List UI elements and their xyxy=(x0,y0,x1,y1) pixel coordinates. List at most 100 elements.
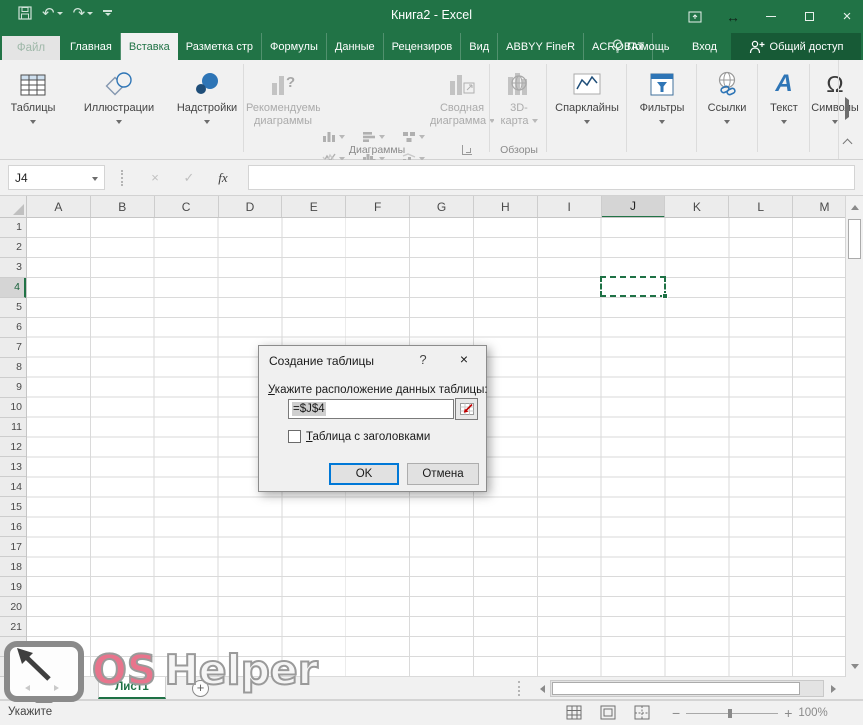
row-header-3[interactable]: 3 xyxy=(0,258,26,278)
dialog-close-button[interactable]: × xyxy=(455,351,473,369)
row-header-1[interactable]: 1 xyxy=(0,218,26,238)
more-arrow-icon xyxy=(845,97,849,120)
scroll-up-button[interactable] xyxy=(847,197,863,217)
name-box-value: J4 xyxy=(15,171,28,185)
filters-button[interactable]: Фильтры xyxy=(629,63,695,153)
share-button[interactable]: Общий доступ xyxy=(731,33,861,60)
row-header-4[interactable]: 4 xyxy=(0,278,26,298)
formula-input[interactable] xyxy=(248,165,855,190)
tab-data[interactable]: Данные xyxy=(327,33,384,60)
row-header-17[interactable]: 17 xyxy=(0,537,26,557)
fill-handle[interactable] xyxy=(662,293,668,299)
name-box[interactable]: J4 xyxy=(8,165,105,190)
column-header-E[interactable]: E xyxy=(282,196,346,218)
addins-button[interactable]: Надстройки xyxy=(174,63,240,153)
zoom-in-button[interactable]: + xyxy=(784,705,792,721)
tab-insert[interactable]: Вставка xyxy=(121,33,178,60)
tables-button[interactable]: Таблицы xyxy=(2,63,64,153)
tab-layout[interactable]: Разметка стр xyxy=(178,33,262,60)
column-header-G[interactable]: G xyxy=(410,196,474,218)
tab-view[interactable]: Вид xyxy=(461,33,498,60)
sheetbar-resize-handle[interactable] xyxy=(518,681,520,696)
collapse-dialog-button[interactable] xyxy=(455,398,478,420)
row-header-6[interactable]: 6 xyxy=(0,318,26,338)
table-range-input[interactable]: =$J$4 xyxy=(288,399,454,419)
row-header-14[interactable]: 14 xyxy=(0,477,26,497)
row-header-13[interactable]: 13 xyxy=(0,457,26,477)
column-header-A[interactable]: A xyxy=(27,196,91,218)
scroll-left-button[interactable] xyxy=(535,680,549,697)
scroll-right-button[interactable] xyxy=(826,680,840,697)
column-header-M[interactable]: M xyxy=(793,196,845,218)
ribbon-display-options-button[interactable] xyxy=(687,9,703,25)
active-cell-J4[interactable] xyxy=(600,276,666,297)
scroll-down-button[interactable] xyxy=(847,656,863,676)
column-header-H[interactable]: H xyxy=(474,196,538,218)
collapse-ribbon-button[interactable] xyxy=(844,140,851,147)
symbols-button[interactable]: Ω Символы xyxy=(811,63,859,153)
tab-abbyy[interactable]: ABBYY FineR xyxy=(498,33,584,60)
vertical-scrollbar[interactable] xyxy=(845,196,863,677)
row-header-9[interactable]: 9 xyxy=(0,378,26,398)
cancel-button[interactable]: Отмена xyxy=(407,463,479,485)
horizontal-scrollbar[interactable] xyxy=(535,680,840,697)
horizontal-scroll-track[interactable] xyxy=(550,680,824,697)
headers-checkbox[interactable] xyxy=(288,430,301,443)
tab-formulas[interactable]: Формулы xyxy=(262,33,327,60)
row-header-20[interactable]: 20 xyxy=(0,597,26,617)
maximize-button[interactable] xyxy=(801,9,817,25)
select-all-corner[interactable] xyxy=(0,196,27,218)
sign-in-button[interactable]: Вход xyxy=(692,33,717,60)
ribbon-more-button[interactable] xyxy=(845,100,849,118)
tab-file[interactable]: Файл xyxy=(2,36,60,60)
row-header-10[interactable]: 10 xyxy=(0,398,26,418)
row-header-19[interactable]: 19 xyxy=(0,577,26,597)
row-header-11[interactable]: 11 xyxy=(0,418,26,438)
column-header-K[interactable]: K xyxy=(665,196,729,218)
links-button[interactable]: Ссылки xyxy=(699,63,755,153)
tab-help[interactable]: Помощь xyxy=(612,33,670,60)
zoom-slider-thumb[interactable] xyxy=(728,709,732,718)
minimize-button[interactable] xyxy=(763,9,779,25)
zoom-percent[interactable]: 100% xyxy=(798,707,827,719)
charts-dialog-launcher[interactable] xyxy=(462,145,472,155)
page-break-view-button[interactable] xyxy=(634,705,650,720)
insert-function-button[interactable]: fx xyxy=(210,165,236,190)
row-header-5[interactable]: 5 xyxy=(0,298,26,318)
name-box-arrow-icon[interactable] xyxy=(92,177,98,181)
column-header-B[interactable]: B xyxy=(91,196,155,218)
column-header-F[interactable]: F xyxy=(346,196,410,218)
row-header-15[interactable]: 15 xyxy=(0,497,26,517)
sparklines-button[interactable]: Спарклайны xyxy=(549,63,625,153)
row-header-2[interactable]: 2 xyxy=(0,238,26,258)
vertical-scroll-thumb[interactable] xyxy=(848,219,861,259)
bar-chart-button xyxy=(362,130,385,144)
row-header-18[interactable]: 18 xyxy=(0,557,26,577)
close-button[interactable]: × xyxy=(839,9,855,25)
column-header-C[interactable]: C xyxy=(155,196,219,218)
tab-review[interactable]: Рецензиров xyxy=(384,33,462,60)
column-header-J[interactable]: J xyxy=(602,196,666,218)
row-header-8[interactable]: 8 xyxy=(0,358,26,378)
row-header-16[interactable]: 16 xyxy=(0,517,26,537)
zoom-slider[interactable] xyxy=(686,713,778,714)
horizontal-scroll-thumb[interactable] xyxy=(552,682,800,695)
illustrations-button[interactable]: Иллюстрации xyxy=(66,63,172,153)
ok-button[interactable]: OK xyxy=(329,463,399,485)
column-header-L[interactable]: L xyxy=(729,196,793,218)
tab-home[interactable]: Главная xyxy=(62,33,121,60)
text-button[interactable]: A Текст xyxy=(759,63,809,153)
row-header-21[interactable]: 21 xyxy=(0,617,26,637)
ribbon-separator xyxy=(809,64,810,152)
zoom-out-button[interactable]: − xyxy=(672,705,680,721)
dialog-help-button[interactable]: ? xyxy=(415,352,431,368)
column-header-I[interactable]: I xyxy=(538,196,602,218)
column-header-D[interactable]: D xyxy=(219,196,283,218)
dropdown-arrow-icon xyxy=(724,120,730,124)
row-header-12[interactable]: 12 xyxy=(0,437,26,457)
normal-view-button[interactable] xyxy=(566,705,582,720)
dropdown-arrow-icon xyxy=(419,135,425,139)
dialog-prompt: Укажите расположение данных таблицы: xyxy=(268,384,488,396)
page-layout-view-button[interactable] xyxy=(600,705,616,720)
row-header-7[interactable]: 7 xyxy=(0,338,26,358)
